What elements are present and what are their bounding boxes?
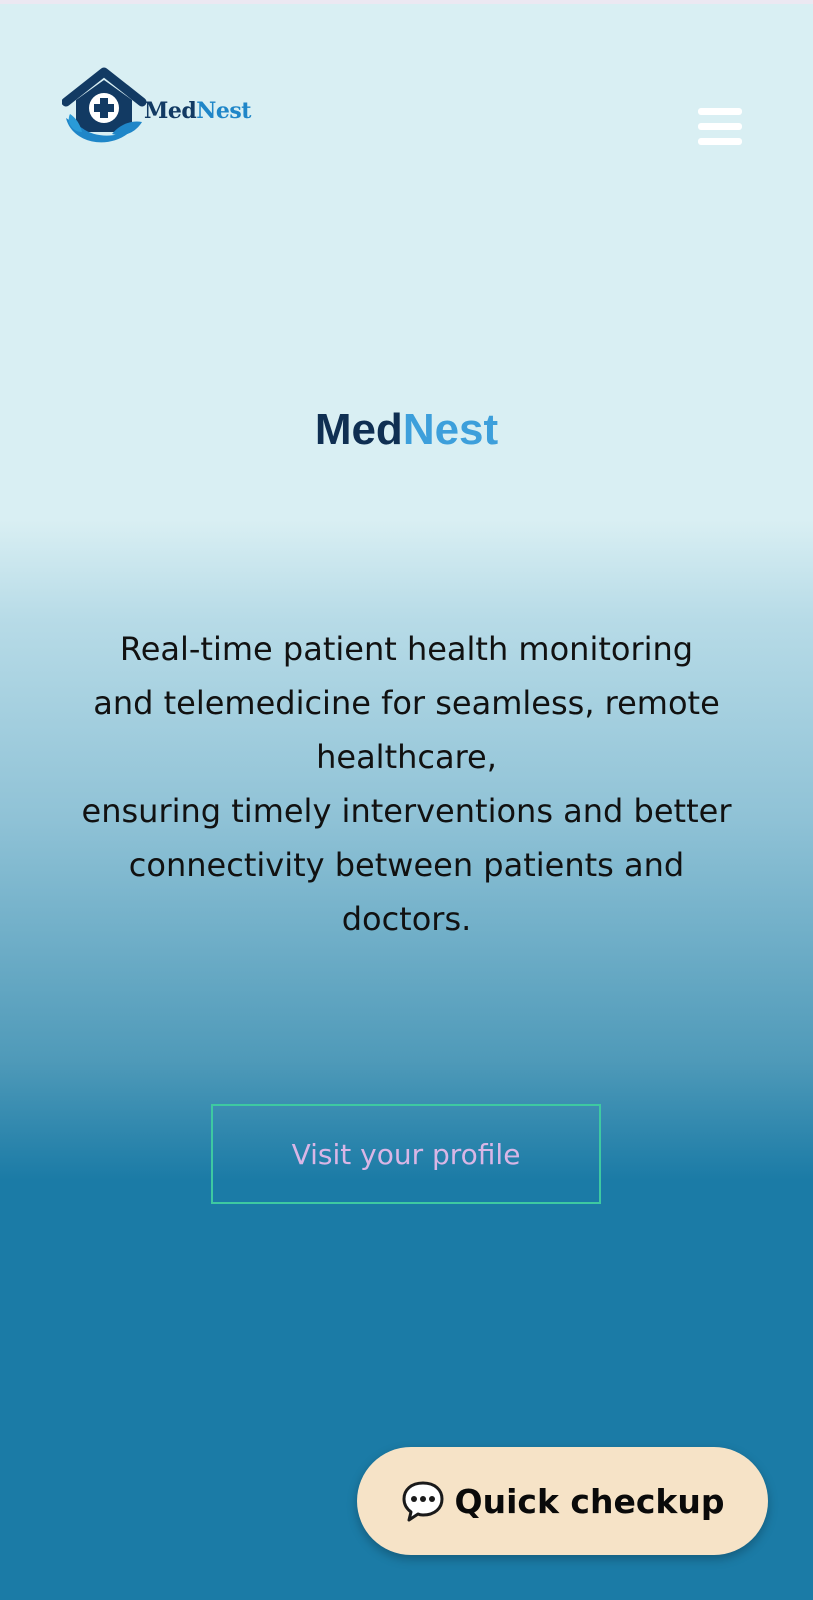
logo-text-nest: Nest: [196, 98, 251, 124]
title-nest: Nest: [402, 405, 499, 454]
visit-profile-button[interactable]: Visit your profile: [211, 1104, 601, 1204]
menu-bar: [698, 108, 742, 115]
logo-text-med: Med: [144, 98, 197, 124]
page-title: MedNest: [0, 400, 813, 460]
quick-checkup-button[interactable]: Quick checkup: [357, 1447, 768, 1555]
quick-checkup-label: Quick checkup: [454, 1481, 725, 1521]
tagline-line: healthcare,: [316, 738, 497, 776]
tagline-line: Real-time patient health monitoring: [119, 630, 694, 668]
tagline-line: connectivity between patients and: [128, 846, 685, 884]
tagline-line: doctors.: [341, 900, 472, 938]
hamburger-menu-icon[interactable]: [698, 108, 742, 146]
title-med: Med: [314, 405, 403, 454]
tagline-line: and telemedicine for seamless, remote: [93, 684, 720, 722]
tagline: Real-time patient health monitoring and …: [40, 622, 773, 946]
tagline-line: ensuring timely interventions and better: [81, 792, 732, 830]
speech-bubble-icon: [402, 1481, 444, 1522]
logo[interactable]: MedNest: [62, 66, 252, 150]
menu-bar: [698, 123, 742, 130]
menu-bar: [698, 138, 742, 145]
house-cross-hand-icon: [62, 67, 147, 143]
header: MedNest: [0, 0, 813, 180]
